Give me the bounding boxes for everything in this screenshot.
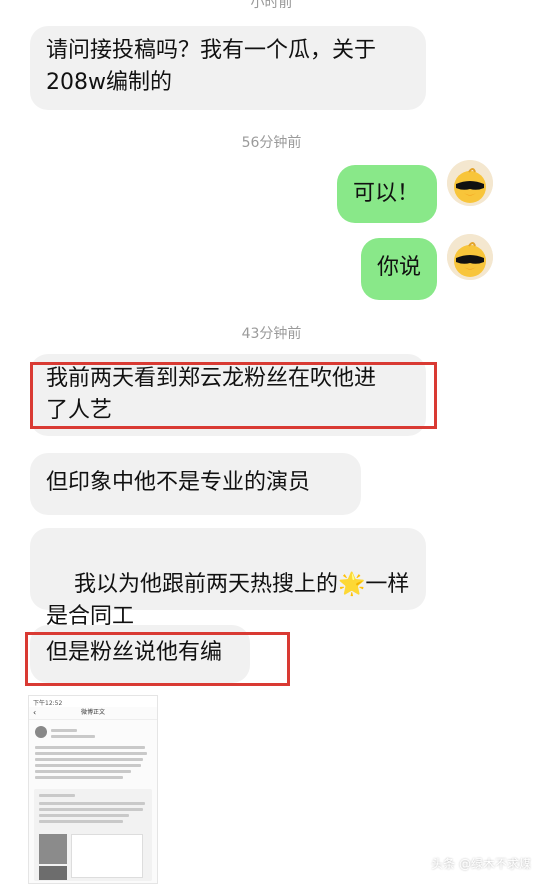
- attachment-photo-2: [71, 834, 143, 878]
- attachment-statusbar-time: 下午12:52: [33, 700, 63, 707]
- duck-with-sunglasses-icon: [447, 160, 493, 206]
- incoming-message-3[interactable]: 但印象中他不是专业的演员: [30, 453, 361, 515]
- attachment-text-line: [35, 758, 143, 761]
- screenshot-attachment[interactable]: 下午12:52 ‹ 微博正文: [28, 695, 158, 884]
- timestamp-top-partial: 小时前: [250, 0, 293, 11]
- user-avatar[interactable]: [447, 160, 493, 206]
- attachment-text-line: [35, 770, 131, 773]
- attachment-text-line: [35, 746, 145, 749]
- attachment-statusbar: 下午12:52: [29, 696, 157, 707]
- user-avatar[interactable]: [447, 234, 493, 280]
- incoming-message-5[interactable]: 但是粉丝说他有编: [30, 625, 250, 683]
- timestamp-56min: 56分钟前: [241, 135, 302, 151]
- attachment-text-line: [39, 802, 145, 805]
- attachment-text-line: [35, 764, 141, 767]
- attachment-text-line: [35, 776, 123, 779]
- incoming-message-4[interactable]: 我以为他跟前两天热搜上的🌟一样 是合同工: [30, 528, 426, 629]
- outgoing-message-2[interactable]: 你说: [361, 238, 437, 300]
- message-text-part1: 我以为他跟前两天热搜上的: [73, 572, 338, 597]
- attachment-text-line: [39, 814, 129, 817]
- attachment-text-line: [39, 794, 75, 797]
- attachment-text-line: [35, 752, 147, 755]
- timestamp-43min: 43分钟前: [241, 326, 302, 342]
- duck-with-sunglasses-icon: [447, 234, 493, 280]
- attachment-avatar: [35, 726, 47, 738]
- incoming-message-2[interactable]: 我前两天看到郑云龙粉丝在吹他进 了人艺: [30, 354, 426, 436]
- attachment-text-line: [39, 820, 123, 823]
- watermark: 头条 @绿木不求煤: [431, 857, 531, 871]
- chat-screen: 小时前 请问接投稿吗？我有一个瓜，关于 208w编制的 56分钟前 可以！ 你说…: [0, 0, 543, 884]
- attachment-photo-1: [39, 834, 67, 864]
- attachment-photo-3: [39, 866, 67, 880]
- attachment-text-line: [39, 808, 143, 811]
- outgoing-message-1[interactable]: 可以！: [337, 165, 437, 223]
- chevron-left-icon: ‹: [33, 708, 37, 717]
- incoming-message-1[interactable]: 请问接投稿吗？我有一个瓜，关于 208w编制的: [30, 26, 426, 110]
- attachment-text-line: [51, 735, 95, 738]
- attachment-navbar: ‹ 微博正文: [29, 707, 157, 720]
- attachment-text-line: [51, 729, 77, 732]
- glowing-star-icon: 🌟: [338, 572, 366, 597]
- attachment-navbar-title: 微博正文: [80, 709, 105, 716]
